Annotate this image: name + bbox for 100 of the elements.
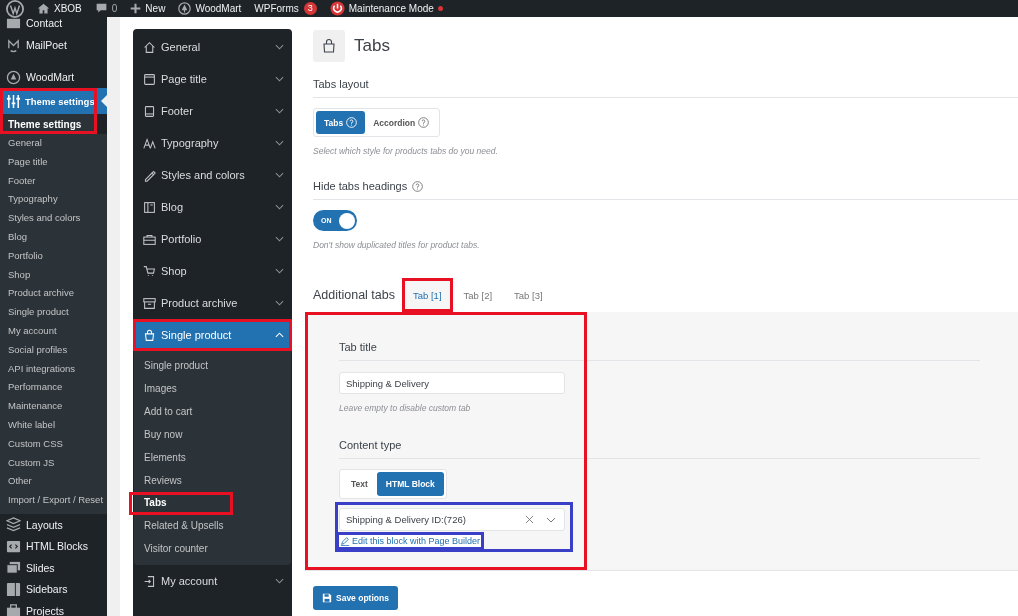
submenu-item[interactable]: Page title: [0, 152, 107, 172]
menu-item[interactable]: Layouts: [0, 513, 107, 536]
status-dot: [437, 6, 443, 11]
plus-icon: [130, 3, 142, 14]
settings-nav-item[interactable]: Product archive: [133, 287, 292, 319]
theme-link[interactable]: WoodMart: [178, 2, 242, 15]
wordpress-logo-icon[interactable]: [6, 0, 24, 18]
menu-item[interactable]: MailPoet: [0, 34, 107, 56]
settings-subitem[interactable]: Elements: [134, 446, 291, 470]
settings-subitem[interactable]: Related & Upsells: [134, 515, 291, 539]
tab[interactable]: Tab [2]: [454, 280, 502, 310]
submenu-item[interactable]: Shop: [0, 265, 107, 285]
submenu-item[interactable]: White label: [0, 415, 107, 435]
chevron-down-icon: [546, 516, 556, 523]
field-label: Tabs layout: [313, 78, 369, 90]
save-button[interactable]: Save options: [313, 586, 398, 610]
edit-link[interactable]: Edit this block with Page Builder: [339, 534, 482, 548]
tree-icon: [178, 2, 192, 15]
layers-icon: [6, 517, 21, 533]
submenu-item[interactable]: Performance: [0, 378, 107, 398]
chevron-down-icon: [275, 172, 284, 178]
bag-icon: [143, 328, 156, 342]
submenu-item[interactable]: Styles and colors: [0, 209, 107, 228]
submenu-item[interactable]: Blog: [0, 228, 107, 247]
new-link[interactable]: New: [130, 3, 166, 14]
menu-item[interactable]: WoodMart: [0, 66, 107, 88]
archive-icon: [143, 296, 156, 310]
menu-item[interactable]: Projects: [0, 599, 107, 616]
forms-link[interactable]: WPForms 3: [254, 2, 317, 15]
submenu-item[interactable]: General: [0, 134, 107, 153]
settings-nav-item[interactable]: Shop: [133, 255, 292, 287]
menu-item[interactable]: Sidebars: [0, 578, 107, 600]
settings-nav-item[interactable]: Page title: [133, 63, 292, 95]
settings-subitem[interactable]: Single product: [134, 355, 291, 378]
comment-icon: [94, 2, 108, 15]
settings-subitem[interactable]: Buy now: [134, 423, 291, 447]
briefcase-icon: [143, 232, 156, 246]
submenu-item[interactable]: Import / Export / Reset: [0, 491, 107, 510]
settings-nav-item[interactable]: My account: [133, 565, 292, 598]
notebook-icon: [143, 200, 156, 214]
bag-icon: [321, 38, 337, 54]
settings-nav-item[interactable]: Portfolio: [133, 223, 292, 255]
chevron-down-icon: [275, 204, 284, 210]
submenu-item[interactable]: Footer: [0, 171, 107, 191]
chevron-up-icon: [275, 332, 284, 338]
block-select[interactable]: Shipping & Delivery ID:(726): [339, 508, 565, 531]
field-label: Hide tabs headings: [313, 180, 408, 192]
submenu-item[interactable]: Product archive: [0, 284, 107, 304]
settings-subitem[interactable]: Images: [134, 377, 291, 401]
tab-title-field[interactable]: Shipping & Delivery: [339, 372, 565, 394]
briefcase-icon: [6, 603, 21, 616]
field-hint: Leave empty to disable custom tab: [339, 403, 472, 413]
submenu-item[interactable]: Single product: [0, 303, 107, 322]
settings-subitem[interactable]: Reviews: [134, 469, 291, 493]
menu-item[interactable]: HTML Blocks: [0, 535, 107, 557]
submenu-item[interactable]: API integrations: [0, 359, 107, 379]
settings-subitem[interactable]: Add to cart: [134, 400, 291, 424]
chevron-down-icon: [275, 268, 284, 274]
chevron-down-icon: [275, 44, 284, 50]
slides-icon: [6, 560, 21, 576]
submenu-item[interactable]: Custom CSS: [0, 434, 107, 454]
cart-icon: [143, 264, 156, 278]
submenu-item[interactable]: Other: [0, 472, 107, 492]
settings-subitem[interactable]: Tabs: [134, 492, 291, 516]
layout-option[interactable]: Tabs: [316, 111, 366, 134]
tab[interactable]: Tab [3]: [505, 280, 552, 310]
comments-link[interactable]: 0: [94, 2, 118, 15]
layout-option[interactable]: Accordion: [365, 111, 438, 134]
maintenance-link[interactable]: Maintenance Mode: [329, 1, 443, 16]
settings-nav-item[interactable]: General: [133, 31, 292, 63]
settings-nav-item[interactable]: Blog: [133, 191, 292, 223]
menu-item[interactable]: Contact: [0, 17, 107, 34]
count-badge: 3: [303, 2, 317, 15]
field-label: Tab title: [339, 341, 377, 353]
submenu-item[interactable]: Portfolio: [0, 246, 107, 266]
typography-icon: [143, 136, 156, 150]
pencil-icon: [340, 536, 350, 546]
content-type-option[interactable]: Text: [342, 472, 377, 496]
settings-nav-item[interactable]: Styles and colors: [133, 159, 292, 191]
submenu-item[interactable]: Custom JS: [0, 453, 107, 473]
submenu-item[interactable]: Social profiles: [0, 340, 107, 360]
submenu-title[interactable]: Theme settings: [0, 114, 97, 134]
settings-nav-item[interactable]: Footer: [133, 95, 292, 127]
book-icon: [143, 104, 156, 118]
help-icon: [346, 117, 358, 128]
settings-nav-item[interactable]: Typography: [133, 127, 292, 159]
submenu-item[interactable]: Typography: [0, 190, 107, 210]
content-type-option[interactable]: HTML Block: [376, 472, 444, 496]
settings-subitem[interactable]: Visitor counter: [134, 538, 291, 562]
menu-item[interactable]: Slides: [0, 556, 107, 579]
page-icon: [143, 72, 156, 86]
site-link[interactable]: XBOB: [37, 2, 82, 15]
sidebar-icon: [6, 581, 21, 597]
login-icon: [143, 574, 156, 588]
sliders-icon: [6, 93, 21, 109]
submenu-item[interactable]: My account: [0, 321, 107, 341]
submenu-item[interactable]: Maintenance: [0, 397, 107, 416]
chevron-down-icon: [275, 108, 284, 114]
clear-icon[interactable]: [525, 515, 534, 524]
house-icon: [37, 2, 50, 15]
